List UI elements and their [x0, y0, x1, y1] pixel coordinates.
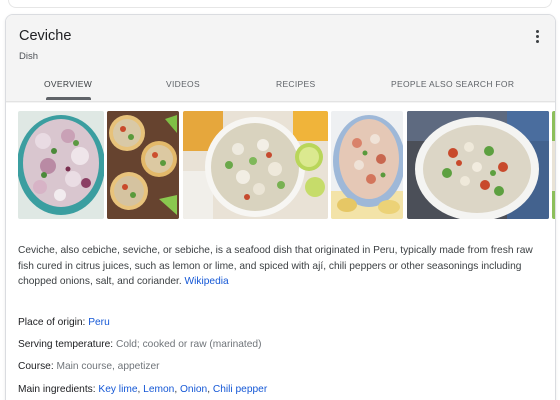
- lemon-link[interactable]: Lemon: [143, 384, 174, 395]
- tab-recipes[interactable]: RECIPES: [276, 79, 315, 89]
- key-lime-link[interactable]: Key lime: [98, 384, 137, 395]
- onion-link[interactable]: Onion: [180, 384, 207, 395]
- fact-label: Course:: [18, 361, 57, 372]
- ceviche-photo-1[interactable]: [18, 111, 104, 219]
- image-gallery: [18, 111, 555, 221]
- fact-value: Cold; cooked or raw (marinated): [115, 339, 262, 350]
- selected-tab-indicator: [46, 97, 91, 100]
- fact-serving-temperature: Serving temperature: Cold; cooked or raw…: [18, 339, 261, 350]
- previous-card-edge: [0, 0, 560, 12]
- tab-divider: [6, 101, 555, 102]
- peru-link[interactable]: Peru: [88, 317, 110, 328]
- tab-overview[interactable]: OVERVIEW: [44, 79, 92, 89]
- fact-main-ingredients: Main ingredients: Key lime, Lemon, Onion…: [18, 384, 268, 395]
- fact-label: Place of origin:: [18, 317, 89, 328]
- fact-place-of-origin: Place of origin: Peru: [18, 317, 110, 328]
- fact-course: Course: Main course, appetizer: [18, 361, 160, 372]
- wikipedia-link[interactable]: Wikipedia: [185, 276, 229, 287]
- fact-label: Serving temperature:: [18, 339, 116, 350]
- fact-value: Main course, appetizer: [56, 361, 160, 372]
- panel-header: Ceviche Dish OVERVIEW VIDEOS RECIPES PEO…: [6, 15, 555, 103]
- ceviche-photo-6[interactable]: [552, 111, 555, 219]
- ceviche-photo-3[interactable]: [183, 111, 328, 219]
- tab-videos[interactable]: VIDEOS: [166, 79, 200, 89]
- chili-pepper-link[interactable]: Chili pepper: [213, 384, 267, 395]
- ceviche-photo-4[interactable]: [331, 111, 403, 219]
- knowledge-panel: Ceviche Dish OVERVIEW VIDEOS RECIPES PEO…: [5, 14, 556, 400]
- tab-people-also-search-for[interactable]: PEOPLE ALSO SEARCH FOR: [391, 79, 514, 89]
- ceviche-photo-2[interactable]: [107, 111, 179, 219]
- more-vert-icon[interactable]: [529, 27, 545, 47]
- ceviche-photo-5[interactable]: [407, 111, 549, 219]
- fact-label: Main ingredients:: [18, 384, 99, 395]
- description-text: Ceviche, also cebiche, seviche, or sebic…: [18, 245, 533, 287]
- entity-subtitle: Dish: [19, 51, 39, 62]
- entity-description: Ceviche, also cebiche, seviche, or sebic…: [18, 243, 546, 290]
- entity-title: Ceviche: [19, 28, 72, 44]
